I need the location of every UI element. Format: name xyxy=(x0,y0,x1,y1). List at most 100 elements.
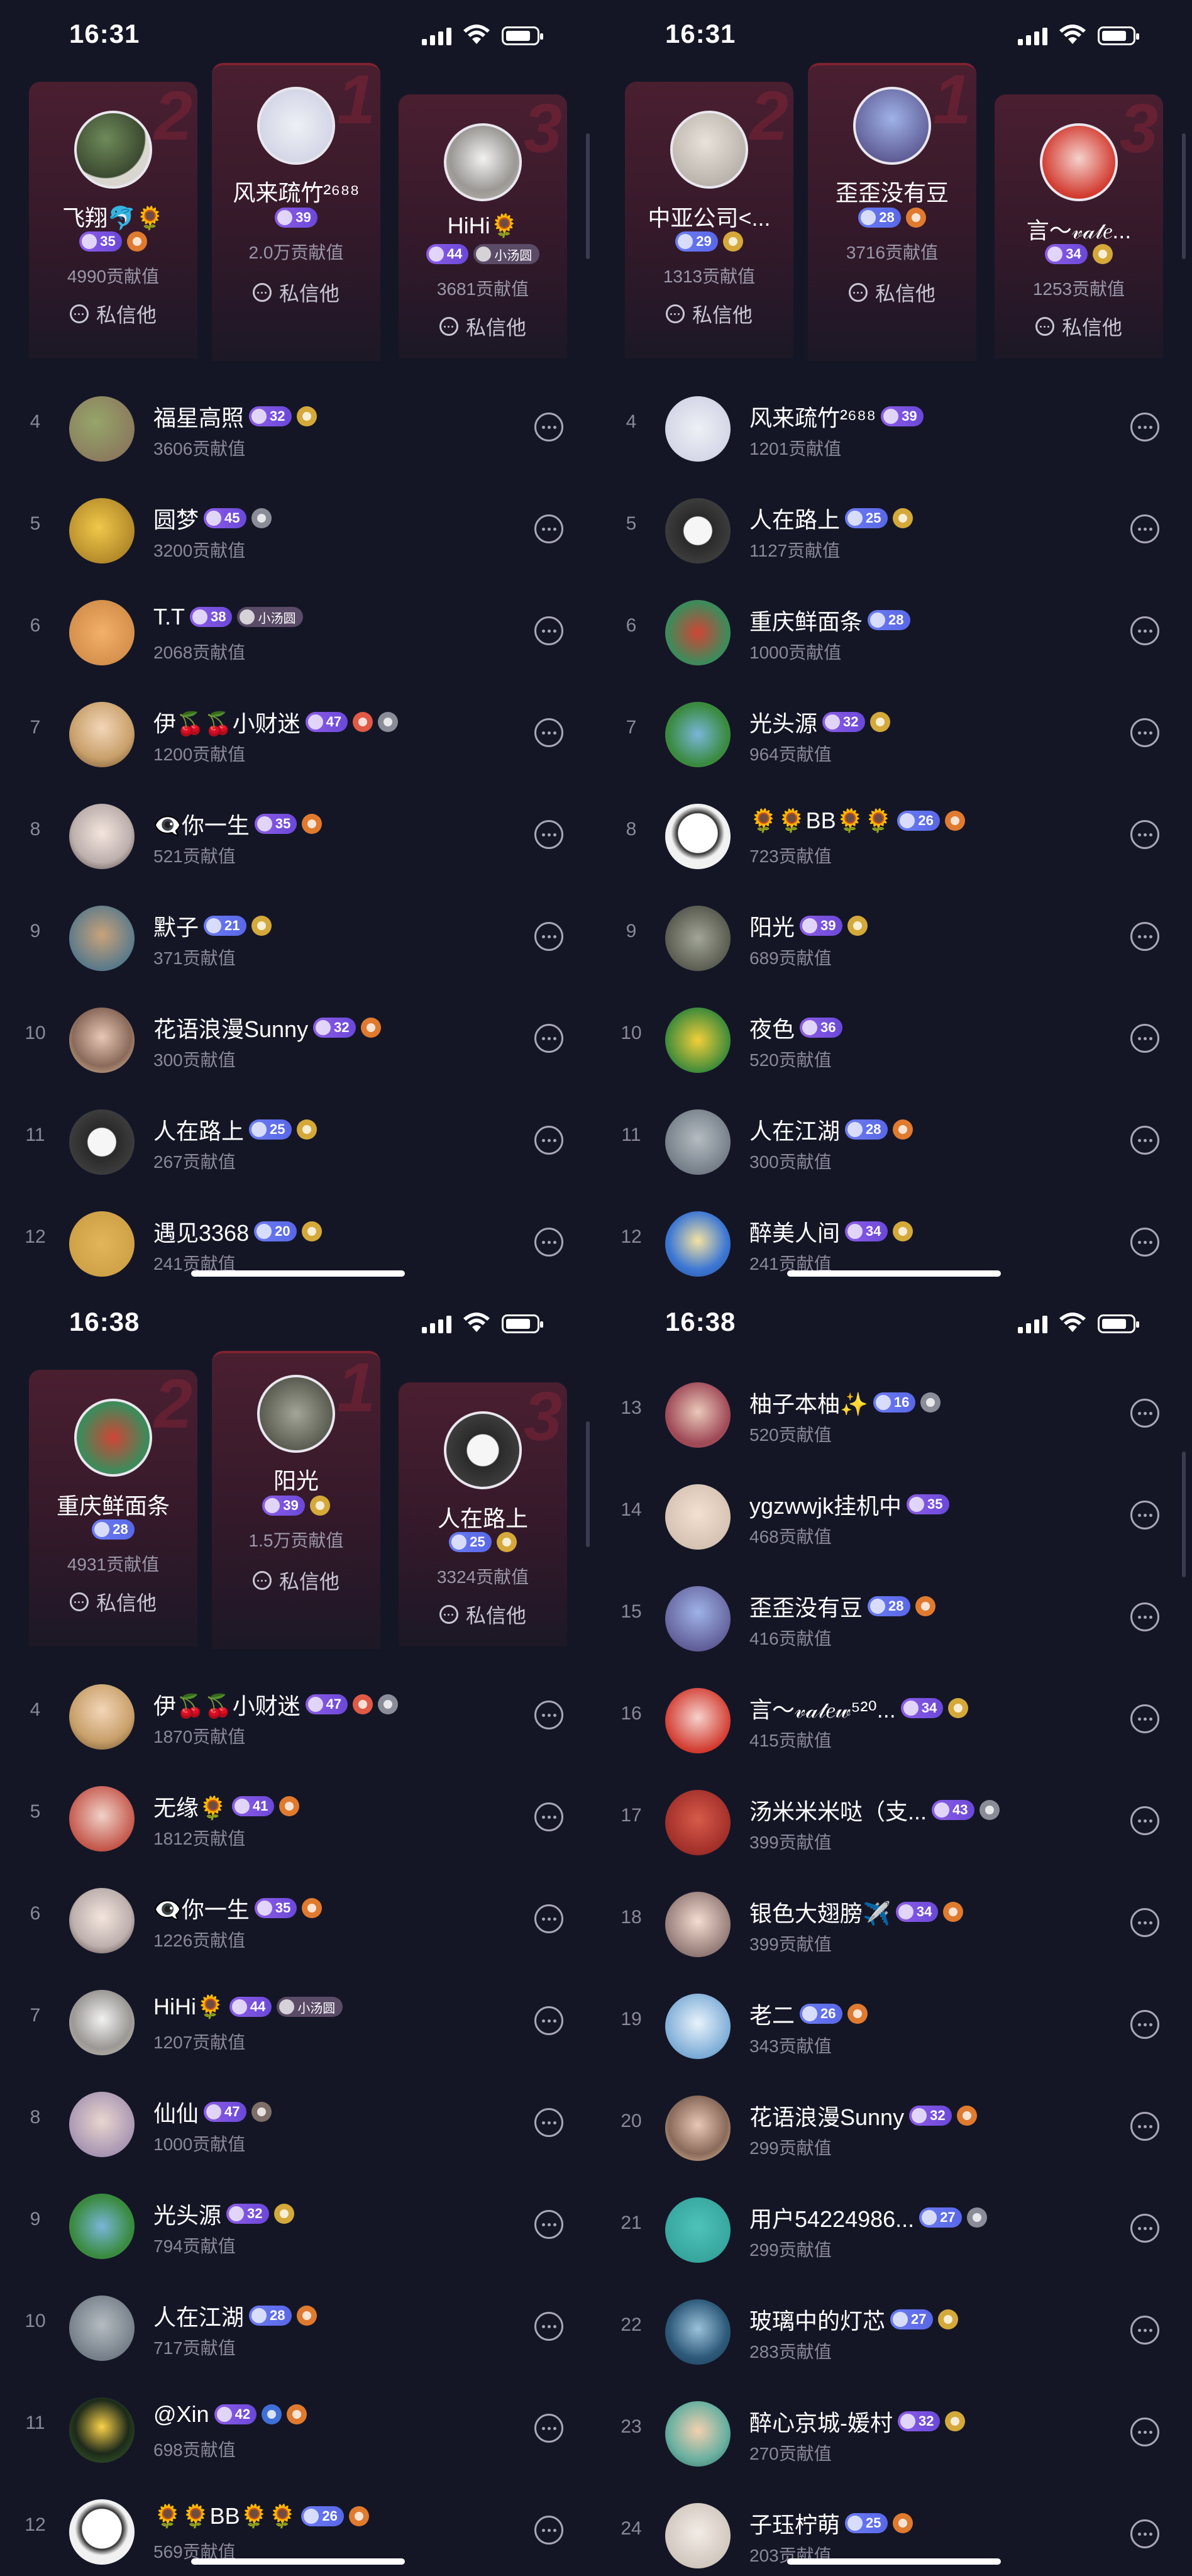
avatar[interactable] xyxy=(665,1994,731,2059)
avatar[interactable] xyxy=(69,1786,135,1852)
list-item[interactable]: 7 伊🍒🍒小财迷 47 1200贡献值 xyxy=(0,683,596,785)
list-item[interactable]: 4 风来疏竹²⁶⁸⁸ 39 1201贡献值 xyxy=(596,377,1192,479)
chat-icon[interactable] xyxy=(1130,1399,1159,1428)
chat-icon[interactable] xyxy=(1130,2214,1159,2243)
list-item[interactable]: 11 @Xin 42 698贡献值 xyxy=(0,2379,596,2480)
list-item[interactable]: 22 玻璃中的灯芯 27 283贡献值 xyxy=(596,2280,1192,2382)
chat-icon[interactable] xyxy=(1130,2112,1159,2141)
list-item[interactable]: 19 老二 26 343贡献值 xyxy=(596,1975,1192,2077)
avatar[interactable] xyxy=(69,600,135,665)
chat-icon[interactable] xyxy=(534,718,563,747)
avatar[interactable] xyxy=(665,1586,731,1652)
list-item[interactable]: 4 福星高照 32 3606贡献值 xyxy=(0,377,596,479)
chat-icon[interactable] xyxy=(1130,514,1159,543)
avatar[interactable] xyxy=(665,1211,731,1277)
avatar[interactable] xyxy=(665,396,731,462)
list-item[interactable]: 6 👁‍🗨你一生 35 1226贡献值 xyxy=(0,1869,596,1971)
avatar[interactable] xyxy=(665,2299,731,2365)
list-item[interactable]: 17 汤米米米哒（支... 43 399贡献值 xyxy=(596,1771,1192,1873)
avatar[interactable] xyxy=(665,1109,731,1175)
avatar[interactable] xyxy=(665,2096,731,2161)
list-item[interactable]: 5 无缘🌻 41 1812贡献值 xyxy=(0,1767,596,1869)
list-item[interactable]: 10 人在江湖 28 717贡献值 xyxy=(0,2277,596,2379)
message-button[interactable]: 私信他 xyxy=(399,1600,567,1629)
podium-card-rank-2[interactable]: 2 重庆鲜面条 28 4931贡献值 私信他 xyxy=(29,1370,197,1646)
avatar[interactable] xyxy=(665,2197,731,2263)
podium-card-rank-1[interactable]: 1 歪歪没有豆 28 3716贡献值 私信他 xyxy=(808,63,976,361)
list-item[interactable]: 5 圆梦 45 3200贡献值 xyxy=(0,479,596,581)
chat-icon[interactable] xyxy=(1130,2519,1159,2548)
home-indicator[interactable] xyxy=(787,1270,1001,1277)
home-indicator[interactable] xyxy=(191,1270,405,1277)
avatar[interactable] xyxy=(665,1892,731,1957)
avatar[interactable] xyxy=(665,702,731,767)
avatar[interactable] xyxy=(74,1399,152,1477)
home-indicator[interactable] xyxy=(191,2558,405,2565)
avatar[interactable] xyxy=(69,1008,135,1073)
scrollbar[interactable] xyxy=(1182,133,1186,259)
list-item[interactable]: 8 👁‍🗨你一生 35 521贡献值 xyxy=(0,785,596,887)
list-item[interactable]: 10 夜色 36 520贡献值 xyxy=(596,989,1192,1091)
avatar[interactable] xyxy=(69,702,135,767)
avatar[interactable] xyxy=(257,1375,335,1453)
avatar[interactable] xyxy=(69,2397,135,2463)
list-item[interactable]: 6 T.T 38 小汤圆 2068贡献值 xyxy=(0,581,596,683)
chat-icon[interactable] xyxy=(1130,1704,1159,1733)
list-item[interactable]: 9 默子 21 371贡献值 xyxy=(0,887,596,989)
chat-icon[interactable] xyxy=(534,514,563,543)
chat-icon[interactable] xyxy=(1130,1602,1159,1631)
avatar[interactable] xyxy=(69,498,135,564)
avatar[interactable] xyxy=(665,1688,731,1753)
message-button[interactable]: 私信他 xyxy=(995,312,1163,341)
message-button[interactable]: 私信他 xyxy=(212,278,380,307)
list-item[interactable]: 9 阳光 39 689贡献值 xyxy=(596,887,1192,989)
avatar[interactable] xyxy=(853,87,931,165)
avatar[interactable] xyxy=(665,498,731,564)
avatar[interactable] xyxy=(665,906,731,971)
avatar[interactable] xyxy=(69,1211,135,1277)
chat-icon[interactable] xyxy=(534,1701,563,1729)
avatar[interactable] xyxy=(665,2401,731,2467)
podium-card-rank-3[interactable]: 3 人在路上 25 3324贡献值 私信他 xyxy=(399,1382,567,1646)
chat-icon[interactable] xyxy=(1130,413,1159,441)
chat-icon[interactable] xyxy=(1130,1908,1159,1937)
avatar[interactable] xyxy=(74,111,152,189)
avatar[interactable] xyxy=(444,1411,522,1489)
avatar[interactable] xyxy=(69,396,135,462)
chat-icon[interactable] xyxy=(1130,922,1159,951)
list-item[interactable]: 7 HiHi🌻 44 小汤圆 1207贡献值 xyxy=(0,1971,596,2073)
list-item[interactable]: 13 柚子本柚✨ 16 520贡献值 xyxy=(596,1363,1192,1465)
chat-icon[interactable] xyxy=(1130,2418,1159,2446)
home-indicator[interactable] xyxy=(787,2558,1001,2565)
avatar[interactable] xyxy=(69,1888,135,1953)
chat-icon[interactable] xyxy=(1130,1806,1159,1835)
list-item[interactable]: 20 花语浪漫Sunny 32 299贡献值 xyxy=(596,2077,1192,2179)
avatar[interactable] xyxy=(69,2194,135,2259)
chat-icon[interactable] xyxy=(534,1904,563,1933)
list-item[interactable]: 4 伊🍒🍒小财迷 47 1870贡献值 xyxy=(0,1665,596,1767)
avatar[interactable] xyxy=(69,2296,135,2361)
avatar[interactable] xyxy=(665,1382,731,1448)
chat-icon[interactable] xyxy=(534,1024,563,1053)
podium-card-rank-1[interactable]: 1 阳光 39 1.5万贡献值 私信他 xyxy=(212,1351,380,1649)
avatar[interactable] xyxy=(670,111,748,189)
chat-icon[interactable] xyxy=(534,922,563,951)
list-item[interactable]: 14 ygzwwjk挂机中 35 468贡献值 xyxy=(596,1465,1192,1567)
list-item[interactable]: 7 光头源 32 964贡献值 xyxy=(596,683,1192,785)
podium-card-rank-1[interactable]: 1 风来疏竹²⁶⁸⁸ 39 2.0万贡献值 私信他 xyxy=(212,63,380,361)
avatar[interactable] xyxy=(69,2499,135,2565)
message-button[interactable]: 私信他 xyxy=(212,1566,380,1595)
list-item[interactable]: 18 银色大翅膀✈️ 34 399贡献值 xyxy=(596,1873,1192,1975)
list-item[interactable]: 10 花语浪漫Sunny 32 300贡献值 xyxy=(0,989,596,1091)
avatar[interactable] xyxy=(69,1684,135,1750)
list-item[interactable]: 5 人在路上 25 1127贡献值 xyxy=(596,479,1192,581)
chat-icon[interactable] xyxy=(534,2312,563,2341)
message-button[interactable]: 私信他 xyxy=(625,299,793,328)
chat-icon[interactable] xyxy=(1130,1228,1159,1257)
chat-icon[interactable] xyxy=(1130,2010,1159,2039)
chat-icon[interactable] xyxy=(1130,1024,1159,1053)
podium-card-rank-2[interactable]: 2 中亚公司<... 29 1313贡献值 私信他 xyxy=(625,82,793,358)
list-item[interactable]: 6 重庆鲜面条 28 1000贡献值 xyxy=(596,581,1192,683)
avatar[interactable] xyxy=(69,804,135,869)
scrollbar[interactable] xyxy=(586,1421,590,1547)
